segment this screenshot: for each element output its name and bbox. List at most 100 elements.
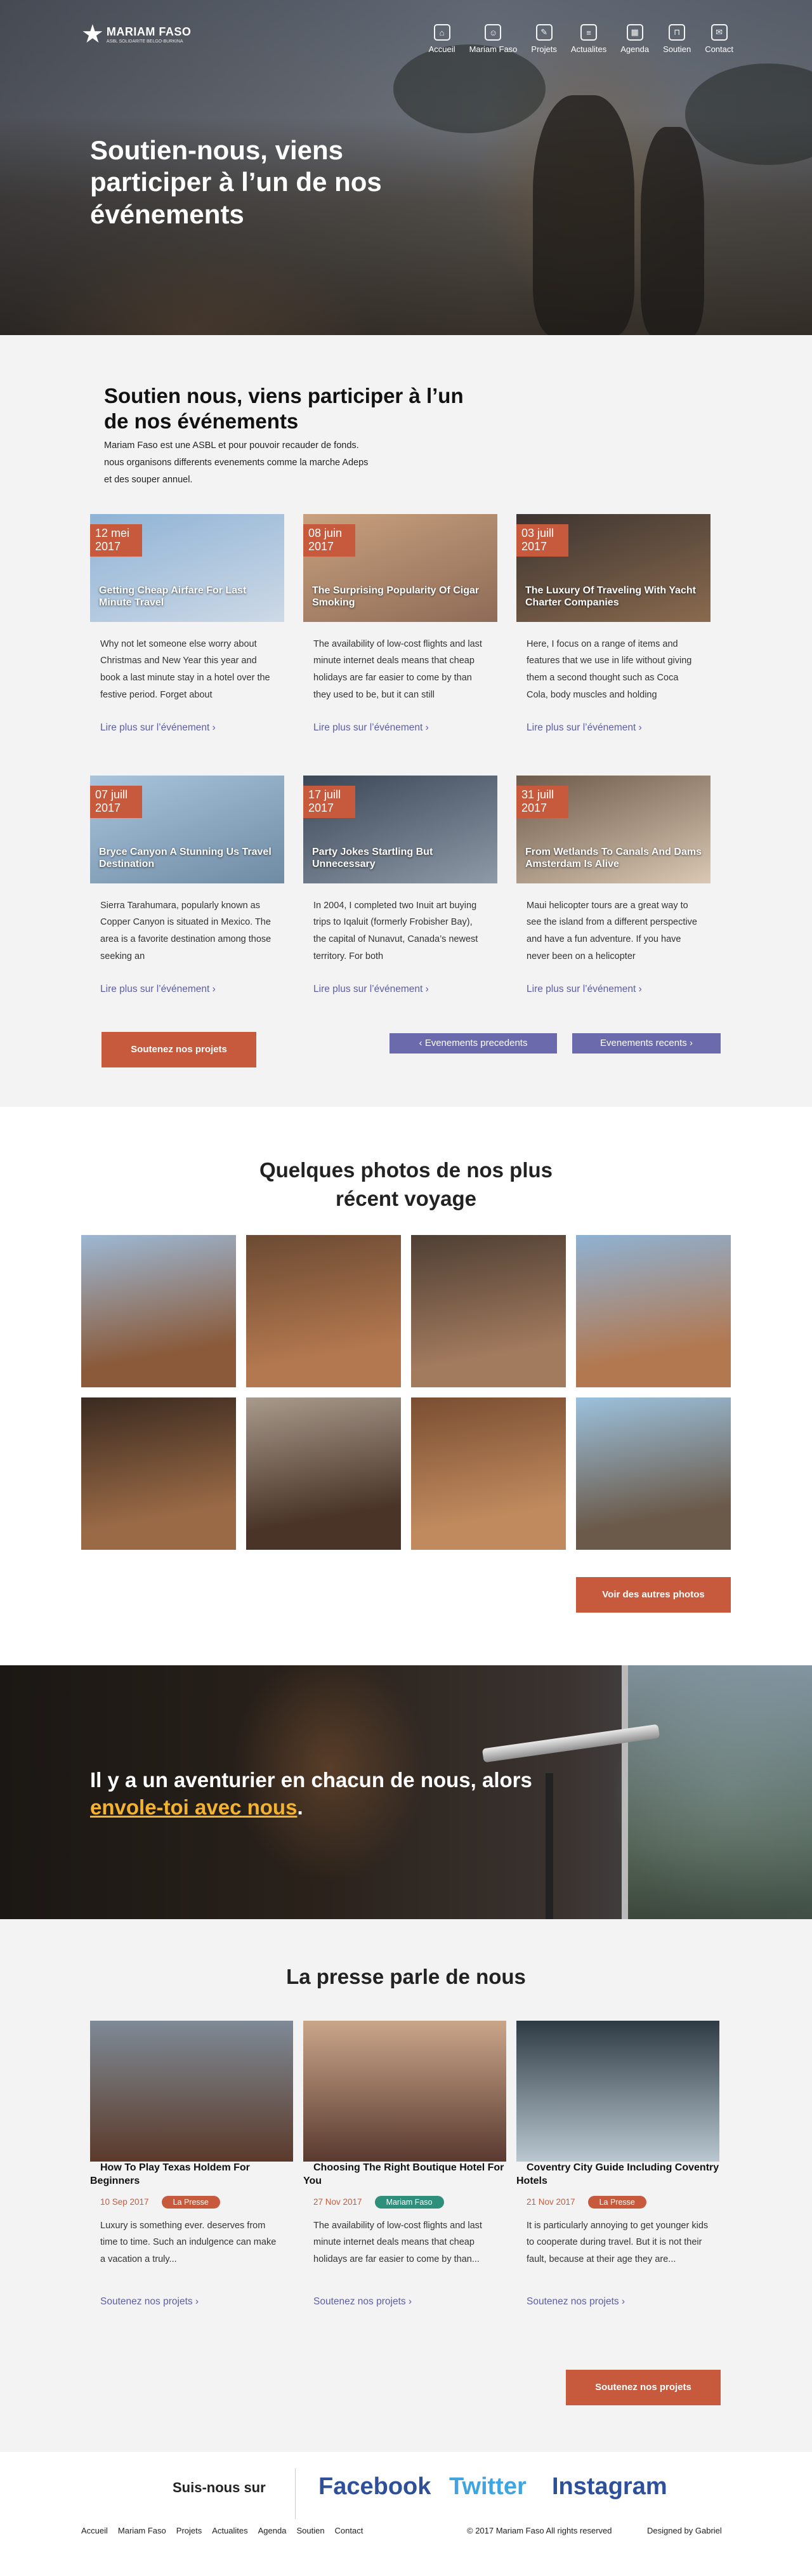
photos-section: Quelques photos de nos plus récent voyag… bbox=[0, 1107, 812, 1665]
footer-link-contact[interactable]: Contact bbox=[335, 2526, 363, 2535]
gallery-photo[interactable] bbox=[576, 1235, 731, 1387]
event-read-more-link[interactable]: Lire plus sur l’événement bbox=[527, 984, 700, 995]
event-read-more-link[interactable]: Lire plus sur l’événement bbox=[100, 722, 274, 734]
event-read-more-link[interactable]: Lire plus sur l’événement bbox=[313, 984, 487, 995]
home-icon: ⌂ bbox=[433, 24, 450, 41]
twitter-link[interactable]: Twitter bbox=[449, 2473, 527, 2500]
banner-text-end: . bbox=[297, 1795, 303, 1819]
press-date: 10 Sep 2017 bbox=[100, 2197, 149, 2207]
photos-title-line2: récent voyage bbox=[336, 1186, 476, 1210]
logo-text: MARIAM FASO ASBL SOLIDARITE BELGO-BURKIN… bbox=[107, 25, 192, 44]
press-card: Choosing The Right Boutique Hotel For Yo… bbox=[303, 2021, 506, 2308]
nav-item-soutien[interactable]: ⊓ Soutien bbox=[663, 24, 691, 54]
footer-link-soutien[interactable]: Soutien bbox=[296, 2526, 324, 2535]
smiley-icon: ☺ bbox=[485, 24, 502, 41]
envelope-icon: ✉ bbox=[710, 24, 728, 41]
nav-item-mariam-faso[interactable]: ☺ Mariam Faso bbox=[469, 24, 517, 54]
press-image[interactable] bbox=[303, 2021, 506, 2162]
press-date: 27 Nov 2017 bbox=[313, 2197, 362, 2207]
gallery-photo[interactable] bbox=[246, 1235, 401, 1387]
gallery-photo[interactable] bbox=[246, 1397, 401, 1550]
event-title[interactable]: Party Jokes Startling But Unnecessary bbox=[312, 846, 490, 870]
photos-title: Quelques photos de nos plus récent voyag… bbox=[0, 1156, 812, 1213]
press-meta: 21 Nov 2017 La Presse bbox=[527, 2195, 709, 2209]
event-image[interactable]: 03 juill 2017 The Luxury Of Traveling Wit… bbox=[516, 513, 710, 622]
nav-label: Accueil bbox=[428, 44, 455, 54]
follow-label: Suis-nous sur bbox=[173, 2480, 266, 2495]
nav-item-actualites[interactable]: ≡ Actualites bbox=[571, 24, 606, 54]
site-footer: Accueil Mariam Faso Projets Actualites Agend… bbox=[0, 2522, 812, 2576]
event-image[interactable]: 07 juill 2017 Bryce Canyon A Stunning Us … bbox=[90, 775, 284, 883]
event-image[interactable]: 31 juill 2017 From Wetlands To Canals And… bbox=[516, 775, 710, 883]
footer-link-accueil[interactable]: Accueil bbox=[81, 2526, 108, 2535]
press-source-badge: Mariam Faso bbox=[374, 2195, 444, 2209]
press-source-badge: La Presse bbox=[587, 2195, 646, 2209]
site-logo[interactable]: ★ MARIAM FASO ASBL SOLIDARITE BELGO-BURK… bbox=[81, 22, 191, 47]
event-date-badge: 31 juill 2017 bbox=[516, 785, 568, 818]
events-section: Soutien nous, viens participer à l’un de… bbox=[0, 335, 812, 1107]
event-card: 03 juill 2017 The Luxury Of Traveling Wit… bbox=[516, 513, 710, 734]
logo-star-icon: ★ bbox=[81, 20, 104, 48]
event-image[interactable]: 12 mei 2017 Getting Cheap Airfare For Las… bbox=[90, 513, 284, 622]
footer-link-actualites[interactable]: Actualites bbox=[212, 2526, 247, 2535]
events-actions: Soutenez nos projets ‹ Evenements preced… bbox=[0, 1031, 812, 1070]
press-card: How To Play Texas Holdem For Beginners 10… bbox=[90, 2021, 293, 2308]
press-support-button[interactable]: Soutenez nos projets bbox=[566, 2370, 721, 2405]
press-image[interactable] bbox=[516, 2021, 719, 2162]
banner-text-start: Il y a un aventurier en chacun de nous, … bbox=[90, 1768, 532, 1792]
previous-events-button[interactable]: ‹ Evenements precedents bbox=[390, 1033, 557, 1054]
event-card: 17 juill 2017 Party Jokes Startling But U… bbox=[303, 775, 497, 995]
event-image[interactable]: 17 juill 2017 Party Jokes Startling But U… bbox=[303, 775, 497, 883]
footer-link-projets[interactable]: Projets bbox=[176, 2526, 202, 2535]
event-title[interactable]: The Surprising Popularity Of Cigar Smoki… bbox=[312, 585, 490, 609]
nav-item-contact[interactable]: ✉ Contact bbox=[705, 24, 733, 54]
event-title[interactable]: From Wetlands To Canals And Dams Amsterd… bbox=[525, 846, 703, 870]
instagram-link[interactable]: Instagram bbox=[552, 2473, 667, 2500]
gallery-photo[interactable] bbox=[411, 1397, 566, 1550]
press-support-link[interactable]: Soutenez nos projets bbox=[100, 2296, 283, 2308]
event-read-more-link[interactable]: Lire plus sur l’événement bbox=[100, 984, 274, 995]
event-read-more-link[interactable]: Lire plus sur l’événement bbox=[313, 722, 487, 734]
press-meta: 27 Nov 2017 Mariam Faso bbox=[313, 2195, 496, 2209]
press-excerpt: The availability of low-cost flights and… bbox=[313, 2220, 482, 2265]
press-support-link[interactable]: Soutenez nos projets bbox=[527, 2296, 709, 2308]
hero-section: ★ MARIAM FASO ASBL SOLIDARITE BELGO-BURK… bbox=[0, 0, 812, 335]
gallery-photo[interactable] bbox=[81, 1235, 236, 1387]
press-title[interactable]: Coventry City Guide Including Coventry H… bbox=[516, 2162, 719, 2186]
event-excerpt: Sierra Tarahumara, popularly known as Co… bbox=[100, 900, 272, 962]
nav-item-agenda[interactable]: ▦ Agenda bbox=[620, 24, 649, 54]
gallery-photo[interactable] bbox=[411, 1235, 566, 1387]
event-image[interactable]: 08 juin 2017 The Surprising Popularity Of… bbox=[303, 513, 497, 622]
logo-tagline: ASBL SOLIDARITE BELGO-BURKINA bbox=[106, 39, 183, 44]
press-support-link[interactable]: Soutenez nos projets bbox=[313, 2296, 496, 2308]
event-date-badge: 08 juin 2017 bbox=[303, 524, 355, 557]
nav-item-accueil[interactable]: ⌂ Accueil bbox=[429, 24, 455, 54]
footer-link-agenda[interactable]: Agenda bbox=[258, 2526, 287, 2535]
banner-highlight-link[interactable]: envole-toi avec nous bbox=[90, 1795, 297, 1819]
facebook-link[interactable]: Facebook bbox=[318, 2473, 431, 2500]
gallery-photo[interactable] bbox=[81, 1397, 236, 1550]
follow-divider bbox=[295, 2468, 296, 2519]
event-excerpt: In 2004, I completed two Inuit art buyin… bbox=[313, 900, 478, 962]
support-projects-button[interactable]: Soutenez nos projets bbox=[102, 1031, 256, 1067]
press-title[interactable]: How To Play Texas Holdem For Beginners bbox=[90, 2162, 250, 2186]
footer-link-mariam-faso[interactable]: Mariam Faso bbox=[118, 2526, 166, 2535]
event-title[interactable]: Bryce Canyon A Stunning Us Travel Destin… bbox=[99, 846, 277, 870]
press-excerpt: Luxury is something ever. deserves from … bbox=[100, 2220, 277, 2265]
press-title[interactable]: Choosing The Right Boutique Hotel For Yo… bbox=[303, 2162, 504, 2186]
gallery-photo[interactable] bbox=[576, 1397, 731, 1550]
press-image[interactable] bbox=[90, 2021, 293, 2162]
event-title[interactable]: Getting Cheap Airfare For Last Minute Tr… bbox=[99, 585, 277, 609]
copyright-text: © 2017 Mariam Faso All rights reserved bbox=[467, 2526, 612, 2535]
more-photos-button[interactable]: Voir des autres photos bbox=[576, 1577, 731, 1613]
event-title[interactable]: The Luxury Of Traveling With Yacht Chart… bbox=[525, 585, 703, 609]
calendar-icon: ▦ bbox=[626, 24, 643, 41]
nav-label: Actualites bbox=[570, 44, 607, 54]
event-date-badge: 07 juill 2017 bbox=[90, 785, 142, 818]
nav-label: Agenda bbox=[620, 44, 650, 54]
events-header: Soutien nous, viens participer à l’un de… bbox=[104, 383, 466, 489]
nav-item-projets[interactable]: ✎ Projets bbox=[531, 24, 557, 54]
event-read-more-link[interactable]: Lire plus sur l’événement bbox=[527, 722, 700, 734]
recent-events-button[interactable]: Evenements recents › bbox=[572, 1033, 721, 1054]
footer-links: Accueil Mariam Faso Projets Actualites Agend… bbox=[81, 2526, 363, 2535]
